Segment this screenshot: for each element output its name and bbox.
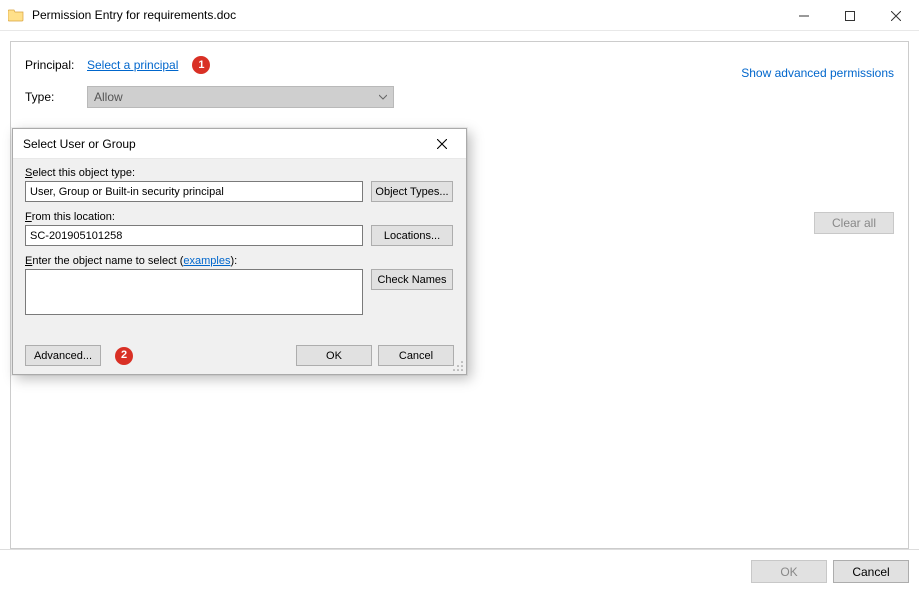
cancel-button[interactable]: Cancel [833, 560, 909, 583]
close-button[interactable] [873, 0, 919, 31]
type-value: Allow [94, 90, 123, 104]
location-field: SC-201905101258 [25, 225, 363, 246]
object-types-button[interactable]: Object Types... [371, 181, 453, 202]
bottom-bar: OK Cancel [0, 549, 919, 593]
select-principal-link[interactable]: Select a principal [87, 58, 178, 72]
dialog-ok-button[interactable]: OK [296, 345, 372, 366]
minimize-button[interactable] [781, 0, 827, 31]
annotation-1: 1 [192, 56, 210, 74]
window-title: Permission Entry for requirements.doc [32, 8, 236, 22]
main-titlebar: Permission Entry for requirements.doc [0, 0, 919, 31]
maximize-button[interactable] [827, 0, 873, 31]
dialog-titlebar: Select User or Group [13, 129, 466, 159]
locations-button[interactable]: Locations... [371, 225, 453, 246]
object-name-input[interactable] [25, 269, 363, 315]
object-name-row: Check Names [25, 269, 454, 315]
dialog-body: Select this object type: User, Group or … [13, 159, 466, 374]
window-controls [781, 0, 919, 31]
chevron-down-icon [379, 90, 387, 104]
examples-link[interactable]: examples [183, 255, 230, 267]
type-row: Type: Allow [25, 86, 894, 108]
ok-button[interactable]: OK [751, 560, 827, 583]
type-label: Type: [25, 90, 87, 104]
object-type-row: User, Group or Built-in security princip… [25, 181, 454, 202]
resize-grip-icon[interactable] [452, 360, 464, 372]
dialog-bottom-bar: Advanced... 2 OK Cancel [25, 345, 454, 366]
location-row: SC-201905101258 Locations... [25, 225, 454, 246]
location-label: From this location: [25, 211, 454, 223]
show-advanced-permissions-link[interactable]: Show advanced permissions [741, 66, 894, 80]
principal-label: Principal: [25, 58, 87, 72]
advanced-button[interactable]: Advanced... [25, 345, 101, 366]
dialog-cancel-button[interactable]: Cancel [378, 345, 454, 366]
select-user-or-group-dialog: Select User or Group Select this object … [12, 128, 467, 375]
type-dropdown[interactable]: Allow [87, 86, 394, 108]
clear-all-button[interactable]: Clear all [814, 212, 894, 234]
annotation-2: 2 [115, 347, 133, 365]
enter-object-name-label: Enter the object name to select (example… [25, 255, 454, 267]
dialog-title: Select User or Group [23, 137, 136, 151]
dialog-close-button[interactable] [420, 129, 464, 159]
check-names-button[interactable]: Check Names [371, 269, 453, 290]
folder-icon [8, 7, 24, 23]
object-type-label: Select this object type: [25, 167, 454, 179]
object-type-field: User, Group or Built-in security princip… [25, 181, 363, 202]
